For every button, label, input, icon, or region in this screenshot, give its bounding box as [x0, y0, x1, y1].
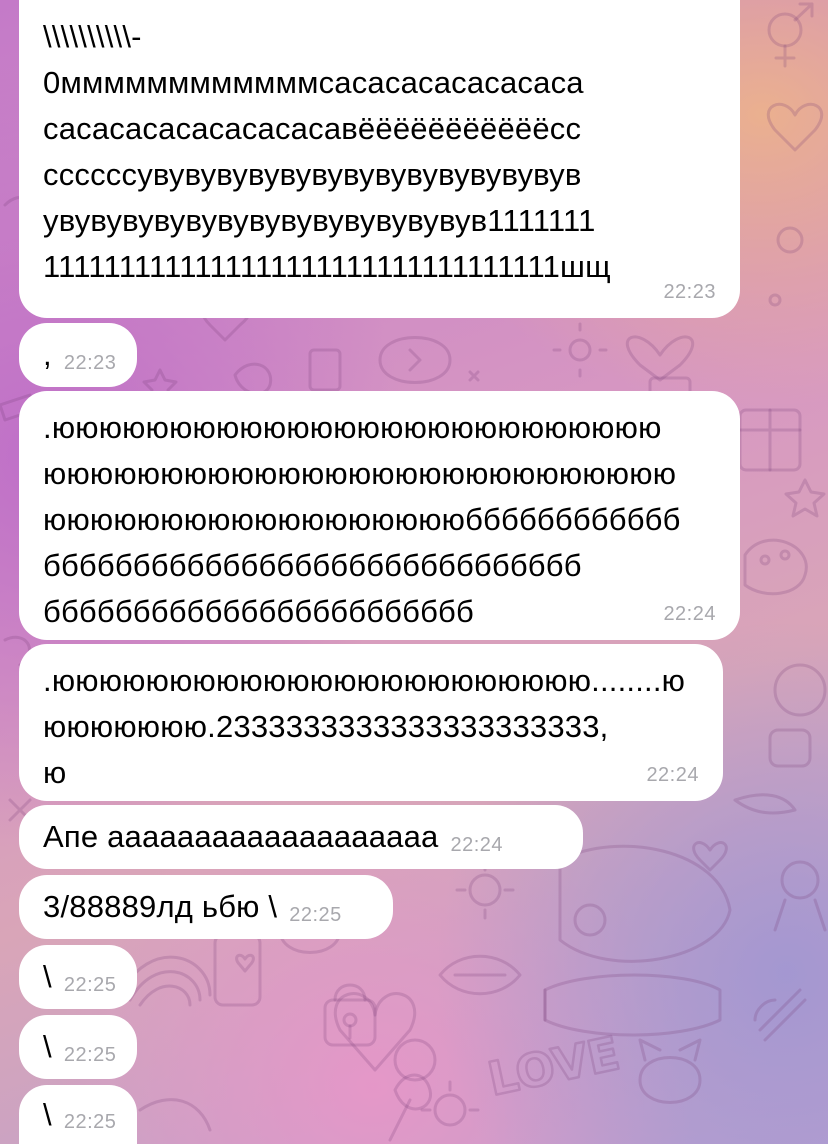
- message-text-line: бббббббббббббббббббббббббббббб: [43, 548, 582, 583]
- message-timestamp: 22:25: [63, 973, 117, 996]
- message-text-line: увувувувувувувувувувувувувув1111111: [43, 203, 596, 238]
- message-timestamp: 22:25: [63, 1043, 117, 1066]
- message-text-line: ююююююююююююююююююбббббббббббб: [43, 502, 681, 537]
- message-text-line: сасасасасасасасасавёёёёёёёёёёёсс: [43, 111, 582, 146]
- message-bubble[interactable]: \ 22:25: [19, 1015, 137, 1079]
- message-bubble[interactable]: Апе ааааааааааааааааааа 22:24: [19, 805, 583, 869]
- message-text-line: ююююююю.2333333333333333333333,: [43, 709, 609, 744]
- message-text-line: .ююююююююююююююююююююююю........ю: [43, 663, 686, 698]
- message-bubble[interactable]: , 22:23: [19, 323, 137, 387]
- message-text: Апе ааааааааааааааааааа: [43, 819, 439, 854]
- message-text-line: \\\\\\\\\\-: [43, 19, 142, 54]
- message-list[interactable]: \\\\\\\\\\- 0ммммммммммммсасасасасасасас…: [0, 0, 828, 1144]
- message-timestamp: 22:25: [289, 903, 342, 926]
- message-timestamp: 22:24: [663, 603, 716, 625]
- message-timestamp: 22:24: [646, 764, 699, 786]
- message-timestamp: 22:25: [63, 1111, 117, 1133]
- message-text-line: бббббббббббббббббббббббб: [43, 594, 474, 629]
- message-text-line: 0ммммммммммммсасасасасасасаса: [43, 65, 584, 100]
- message-text-line: ю: [43, 755, 67, 790]
- message-text-line: ююююююююююююююююююююююююююю: [43, 456, 677, 491]
- message-text: \: [43, 1029, 52, 1064]
- message-text-line: 1111111111111111111111111111111111шщ: [43, 249, 611, 284]
- message-text: \: [43, 959, 52, 994]
- message-bubble[interactable]: \ 22:25: [19, 945, 137, 1009]
- message-bubble[interactable]: .ююююююююююююююююююююююю........ю юююююю…: [19, 644, 723, 801]
- message-timestamp: 22:23: [663, 281, 716, 303]
- message-bubble[interactable]: .юююююююююююююююююююююююююю юююююююююююю…: [19, 391, 740, 640]
- message-text-line: .юююююююююююююююююююююююююю: [43, 410, 662, 445]
- message-bubble[interactable]: 3/88889лд ьбю \ 22:25: [19, 875, 393, 939]
- message-text: ,: [43, 337, 52, 372]
- message-timestamp: 22:23: [63, 351, 117, 374]
- message-bubble[interactable]: \ 22:25: [19, 1085, 137, 1144]
- message-bubble[interactable]: \\\\\\\\\\- 0ммммммммммммсасасасасасасас…: [19, 0, 740, 318]
- message-timestamp: 22:24: [450, 833, 504, 856]
- message-text: 3/88889лд ьбю \: [43, 889, 278, 924]
- message-text: \: [43, 1096, 52, 1132]
- message-text-line: ссссссувувувувувувувувувувувувувув: [43, 157, 582, 192]
